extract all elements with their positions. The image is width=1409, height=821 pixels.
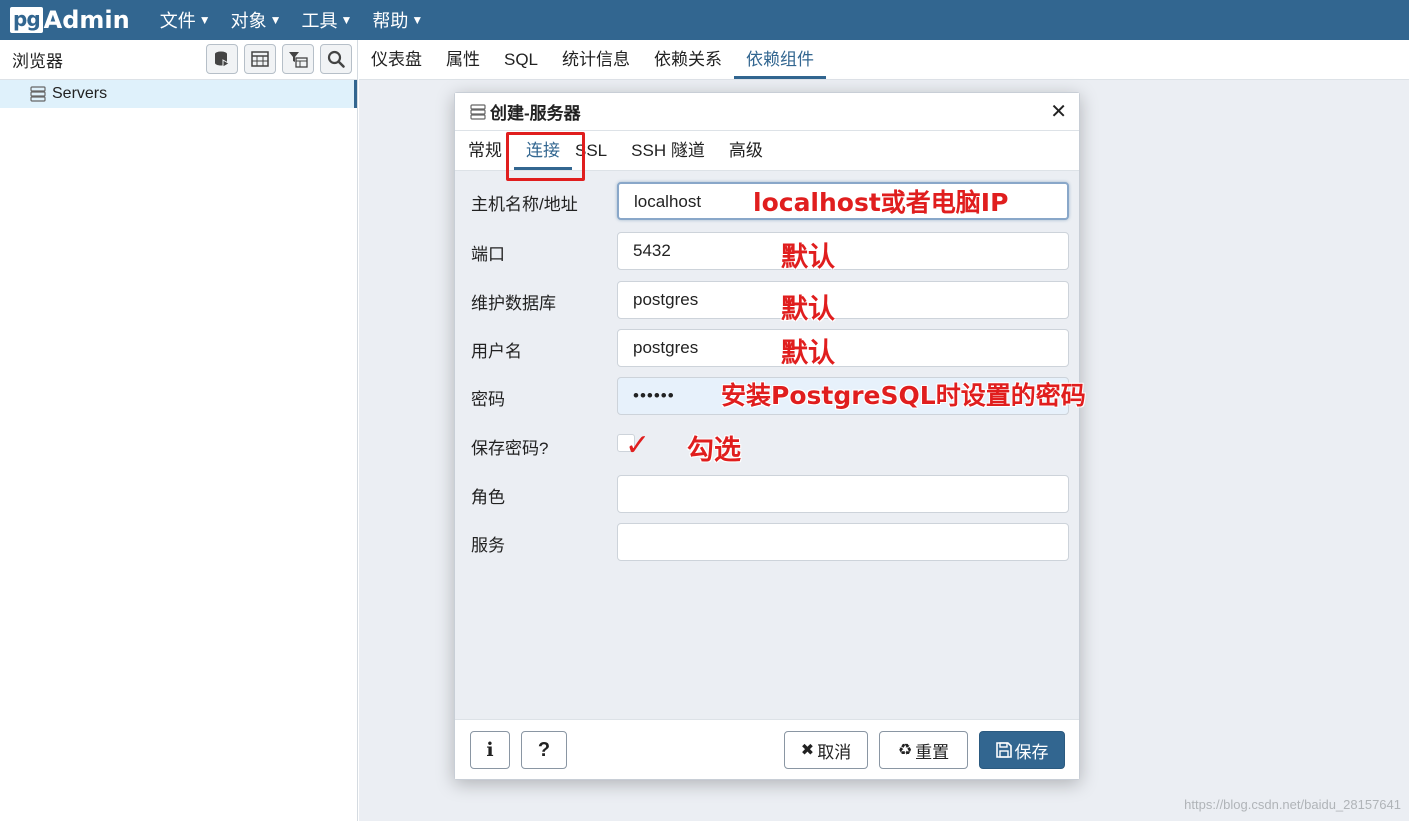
dialog-footer: i ? ✖ 取消 ♻ 重置 保存	[455, 719, 1079, 779]
dialog-header: 创建-服务器 ✕	[455, 93, 1079, 131]
search-objects-button[interactable]	[320, 44, 352, 74]
tab-ssh-tunnel[interactable]: SSH 隧道	[619, 136, 717, 170]
view-data-button[interactable]	[244, 44, 276, 74]
service-input[interactable]	[617, 523, 1069, 561]
save-password-checkbox[interactable]	[617, 434, 635, 452]
username-label: 用户名	[471, 342, 522, 361]
close-icon[interactable]: ✕	[1050, 99, 1067, 124]
port-row: 端口 5432	[455, 232, 1081, 270]
username-row: 用户名 postgres	[455, 329, 1081, 367]
host-label: 主机名称/地址	[471, 195, 578, 214]
create-server-dialog: 创建-服务器 ✕ 常规 连接 SSL SSH 隧道 高级 主机名称/地址 loc…	[454, 92, 1086, 780]
username-input[interactable]: postgres	[617, 329, 1069, 367]
chevron-down-icon: ▼	[198, 13, 211, 27]
help-icon: ?	[537, 738, 551, 761]
main-menu: 文件 ▼ 对象 ▼ 工具 ▼ 帮助 ▼	[160, 7, 444, 33]
tab-sql[interactable]: SQL	[492, 50, 550, 79]
browser-panel: 浏览器 Servers	[0, 40, 358, 821]
browser-header: 浏览器	[0, 40, 357, 80]
browser-toolbar	[200, 44, 352, 74]
host-row: 主机名称/地址 localhost	[455, 182, 1081, 220]
tab-advanced[interactable]: 高级	[717, 136, 775, 170]
watermark: https://blog.csdn.net/baidu_28157641	[1184, 797, 1401, 812]
menu-help-label: 帮助	[372, 11, 409, 31]
tab-ssl[interactable]: SSL	[572, 141, 619, 170]
search-icon	[327, 50, 345, 68]
chevron-down-icon: ▼	[269, 13, 282, 27]
tab-connection[interactable]: 连接	[514, 136, 572, 170]
maintenance-db-input[interactable]: postgres	[617, 281, 1069, 319]
tab-dashboard[interactable]: 仪表盘	[359, 45, 434, 79]
tree-item-label: Servers	[52, 85, 108, 102]
port-label: 端口	[471, 245, 505, 264]
save-icon	[995, 742, 1012, 758]
filter-table-icon	[289, 52, 308, 68]
host-input[interactable]: localhost	[617, 182, 1069, 220]
menu-help[interactable]: 帮助 ▼	[372, 7, 423, 33]
menu-tools[interactable]: 工具 ▼	[302, 7, 353, 33]
top-navbar: pg Admin 文件 ▼ 对象 ▼ 工具 ▼ 帮助 ▼	[0, 0, 1409, 40]
role-row: 角色	[455, 475, 1081, 513]
dialog-title: 创建-服务器	[490, 104, 581, 123]
tab-properties[interactable]: 属性	[434, 45, 492, 79]
server-group-icon	[30, 86, 46, 102]
logo-pg: pg	[10, 7, 43, 33]
table-icon	[251, 51, 269, 67]
reset-button[interactable]: ♻ 重置	[879, 731, 968, 769]
password-row: 密码 ••••••	[455, 377, 1081, 415]
recycle-icon: ♻	[897, 742, 913, 759]
chevron-down-icon: ▼	[340, 13, 353, 27]
save-button[interactable]: 保存	[979, 731, 1065, 769]
service-label: 服务	[471, 536, 505, 555]
port-input[interactable]: 5432	[617, 232, 1069, 270]
filtered-rows-button[interactable]	[282, 44, 314, 74]
cancel-label: 取消	[817, 742, 852, 762]
password-input[interactable]: ••••••	[617, 377, 1069, 415]
cancel-button[interactable]: ✖ 取消	[784, 731, 868, 769]
menu-file[interactable]: 文件 ▼	[160, 7, 211, 33]
menu-file-label: 文件	[159, 11, 196, 31]
save-label: 保存	[1014, 742, 1049, 762]
menu-tools-label: 工具	[301, 11, 338, 31]
password-label: 密码	[471, 390, 505, 409]
menu-object-label: 对象	[230, 11, 267, 31]
role-input[interactable]	[617, 475, 1069, 513]
browser-title: 浏览器	[12, 52, 63, 71]
save-password-label: 保存密码?	[471, 439, 549, 458]
menu-object[interactable]: 对象 ▼	[231, 7, 282, 33]
server-icon	[470, 103, 486, 120]
dialog-tabs: 常规 连接 SSL SSH 隧道 高级	[455, 131, 1079, 171]
close-icon: ✖	[800, 742, 815, 759]
info-icon: i	[486, 739, 494, 761]
tab-dependencies[interactable]: 依赖关系	[642, 45, 734, 79]
tab-general[interactable]: 常规	[455, 136, 514, 170]
help-button[interactable]: ?	[521, 731, 567, 769]
chevron-down-icon: ▼	[411, 13, 424, 27]
logo-admin: Admin	[43, 6, 130, 34]
tree-item-servers[interactable]: Servers	[0, 80, 357, 108]
maintenance-db-row: 维护数据库 postgres	[455, 281, 1081, 319]
role-label: 角色	[471, 488, 505, 507]
main-tabs: 仪表盘 属性 SQL 统计信息 依赖关系 依赖组件	[359, 40, 1409, 80]
info-button[interactable]: i	[470, 731, 510, 769]
service-row: 服务	[455, 523, 1081, 561]
reset-label: 重置	[915, 742, 950, 762]
pgadmin-logo[interactable]: pg Admin	[10, 0, 130, 40]
save-password-row: 保存密码?	[455, 426, 1081, 464]
database-icon	[215, 51, 230, 68]
maintenance-db-label: 维护数据库	[471, 294, 556, 313]
tab-statistics[interactable]: 统计信息	[550, 45, 642, 79]
query-tool-button[interactable]	[206, 44, 238, 74]
tab-dependents[interactable]: 依赖组件	[734, 45, 827, 79]
